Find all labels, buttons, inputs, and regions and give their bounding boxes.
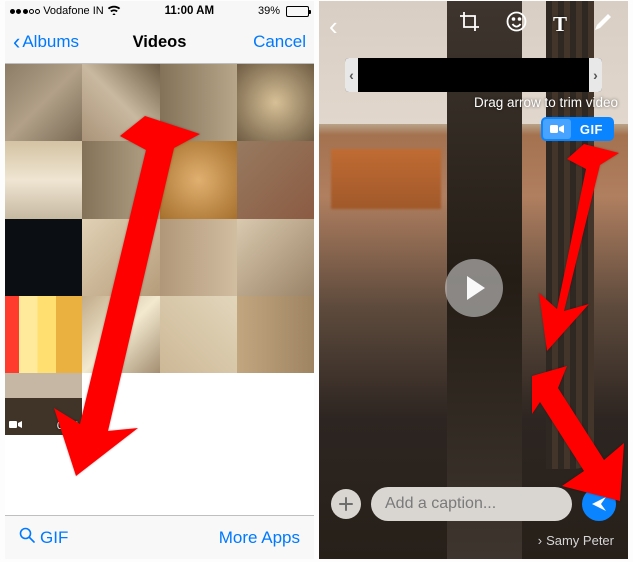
video-thumb[interactable] — [5, 219, 82, 296]
video-thumb[interactable] — [5, 64, 82, 141]
battery-icon — [286, 6, 309, 17]
bottom-bar: GIF More Apps — [5, 515, 314, 559]
text-icon[interactable]: T — [553, 12, 567, 37]
emoji-icon[interactable] — [506, 11, 527, 38]
back-button[interactable]: ‹ Albums — [13, 31, 79, 53]
signal-dots-icon — [10, 9, 40, 14]
video-grid: 0:05 — [5, 64, 314, 515]
draw-icon[interactable] — [593, 11, 614, 38]
gif-label: GIF — [40, 528, 68, 548]
trim-handle-right[interactable]: › — [589, 58, 602, 92]
back-button[interactable]: ‹ — [329, 11, 338, 42]
video-grid-inner: 0:05 — [5, 64, 314, 435]
trim-bar[interactable]: ‹ › — [345, 58, 602, 92]
wifi-icon — [107, 4, 121, 18]
crop-icon[interactable] — [459, 11, 480, 38]
battery-pct-label: 39% — [258, 5, 280, 17]
more-apps-button[interactable]: More Apps — [219, 528, 300, 548]
video-thumb[interactable] — [5, 296, 82, 373]
gif-search-button[interactable]: GIF — [19, 527, 68, 548]
video-thumb[interactable] — [82, 141, 159, 218]
chevron-left-icon: ‹ — [13, 31, 20, 53]
gif-toggle[interactable]: GIF — [541, 117, 614, 141]
video-thumb[interactable] — [82, 64, 159, 141]
caption-placeholder: Add a caption... — [385, 495, 496, 513]
chevron-right-icon: › — [538, 533, 542, 548]
recipient-name: Samy Peter — [546, 533, 614, 548]
clock-label: 11:00 AM — [165, 5, 214, 17]
back-label: Albums — [22, 32, 79, 52]
video-thumb[interactable] — [160, 141, 237, 218]
nav-bar: ‹ Albums Videos Cancel — [5, 21, 314, 64]
video-thumb[interactable] — [237, 141, 314, 218]
editor-toolbar: ‹ T — [319, 1, 628, 47]
bg-object — [331, 149, 441, 209]
caption-input[interactable]: Add a caption... — [371, 487, 572, 521]
trim-hint-label: Drag arrow to trim video — [474, 95, 618, 110]
send-button[interactable] — [582, 487, 616, 521]
status-bar: Vodafone IN 11:00 AM 39% — [5, 1, 314, 21]
video-thumb[interactable] — [82, 296, 159, 373]
recipient-row[interactable]: › Samy Peter — [538, 533, 614, 548]
trim-handle-left[interactable]: ‹ — [345, 58, 358, 92]
camcorder-icon — [9, 420, 22, 432]
carrier-label: Vodafone IN — [43, 5, 104, 17]
status-right: 39% — [258, 5, 309, 17]
compose-bar: Add a caption... — [331, 487, 616, 521]
video-thumb[interactable] — [160, 219, 237, 296]
video-thumb-selected[interactable]: 0:05 — [5, 373, 82, 435]
status-left: Vodafone IN — [10, 4, 121, 18]
add-media-button[interactable] — [331, 489, 361, 519]
screenshot-picker: Vodafone IN 11:00 AM 39% ‹ Albums Videos… — [5, 1, 314, 559]
play-button[interactable] — [445, 259, 503, 317]
video-thumb[interactable] — [160, 64, 237, 141]
video-mode-icon — [543, 119, 571, 139]
search-icon — [19, 527, 35, 548]
video-thumb[interactable] — [237, 219, 314, 296]
screenshot-editor: ‹ T ‹ › Drag arrow to trim video GIF — [319, 1, 628, 559]
cancel-button[interactable]: Cancel — [253, 32, 306, 52]
gif-mode-label: GIF — [571, 122, 612, 137]
video-thumb[interactable] — [237, 296, 314, 373]
video-thumb[interactable] — [82, 219, 159, 296]
video-thumb[interactable] — [237, 64, 314, 141]
video-thumb[interactable] — [160, 296, 237, 373]
video-duration: 0:05 — [57, 420, 78, 432]
video-thumb[interactable] — [5, 141, 82, 218]
play-icon — [467, 276, 485, 300]
